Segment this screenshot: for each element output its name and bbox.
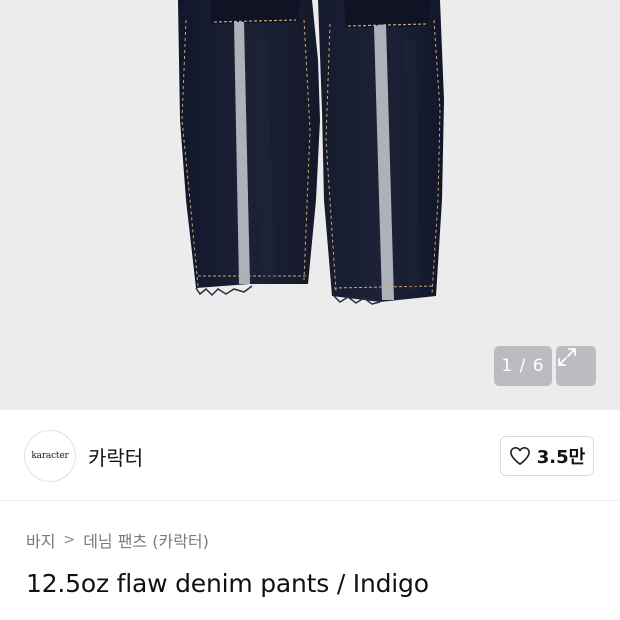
product-title: 12.5oz flaw denim pants / Indigo — [26, 569, 429, 598]
breadcrumb: 바지 > 데님 팬츠 (카락터) — [26, 528, 209, 552]
expand-button[interactable] — [556, 346, 596, 386]
seller-logo[interactable]: karacter — [24, 430, 76, 482]
seller-logo-text: karacter — [31, 451, 69, 461]
seller-row: karacter 카락터 3.5만 — [0, 410, 620, 501]
like-count: 3.5만 — [536, 447, 586, 468]
image-counter: 1 / 6 — [494, 346, 552, 386]
expand-arrows-icon — [558, 348, 576, 366]
breadcrumb-item-category[interactable]: 바지 — [26, 528, 55, 552]
like-button[interactable]: 3.5만 — [500, 436, 594, 476]
breadcrumb-item-subcategory[interactable]: 데님 팬츠 (카락터) — [83, 528, 209, 552]
heart-outline-icon — [509, 447, 530, 465]
breadcrumb-separator: > — [63, 532, 76, 548]
product-image-gallery[interactable]: 1 / 6 — [0, 0, 620, 410]
seller-name[interactable]: 카락터 — [88, 442, 143, 471]
